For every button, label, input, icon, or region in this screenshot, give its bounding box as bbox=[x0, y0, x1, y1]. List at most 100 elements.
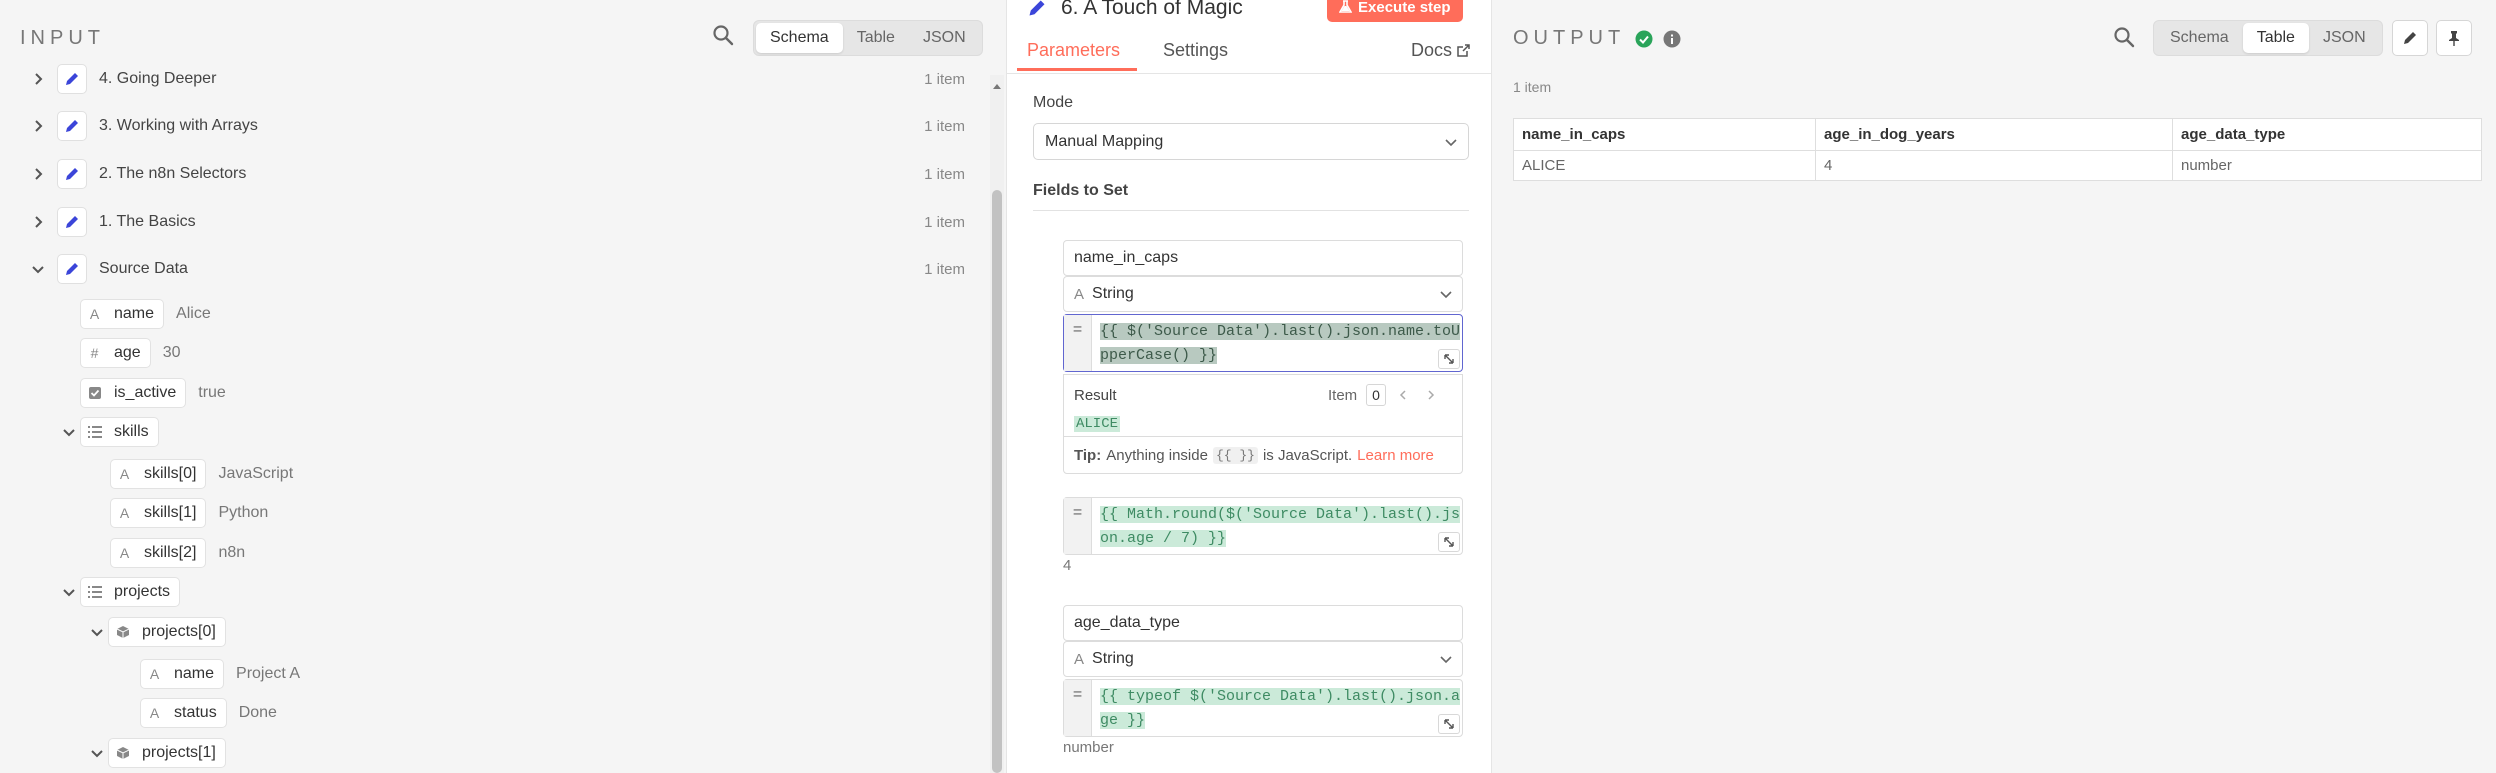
chevron-down-icon bbox=[32, 266, 44, 274]
node-title[interactable]: 6. A Touch of Magic bbox=[1061, 0, 1243, 20]
output-item-count: 1 item bbox=[1513, 79, 1552, 95]
schema-field-age[interactable]: # age 30 bbox=[80, 338, 181, 368]
input-tab-schema[interactable]: Schema bbox=[756, 23, 843, 53]
field-key: skills[0] bbox=[138, 459, 207, 489]
chevron-right-icon bbox=[35, 168, 43, 180]
column-header[interactable]: age_in_dog_years bbox=[1815, 118, 2173, 151]
field-value: Done bbox=[238, 704, 277, 721]
node-parameters-panel: 6. A Touch of Magic Execute step Paramet… bbox=[1006, 0, 1492, 773]
pin-output-button[interactable] bbox=[2436, 20, 2472, 56]
chevron-down-icon bbox=[63, 589, 75, 597]
expand-expression-button[interactable] bbox=[1438, 349, 1460, 369]
number-type-icon: # bbox=[80, 338, 108, 368]
output-tab-json[interactable]: JSON bbox=[2309, 23, 2380, 53]
expression-editor-focused[interactable]: = {{ $('Source Data').last().json.name.t… bbox=[1063, 314, 1463, 372]
node-item-count: 1 item bbox=[924, 213, 965, 231]
expression-line: {{ $('Source Data').last().json.name.toU bbox=[1100, 323, 1460, 340]
schema-field-skills-2[interactable]: A skills[2] n8n bbox=[110, 538, 245, 568]
learn-more-link[interactable]: Learn more bbox=[1357, 447, 1434, 464]
expand-expression-button[interactable] bbox=[1438, 714, 1460, 734]
schema-field-is-active[interactable]: is_active true bbox=[80, 378, 226, 408]
expression-editor[interactable]: = {{ typeof $('Source Data').last().json… bbox=[1063, 679, 1463, 737]
schema-field-projects-0[interactable]: projects[0] bbox=[86, 617, 226, 647]
field-value: 30 bbox=[162, 344, 181, 361]
pencil-icon bbox=[2404, 32, 2416, 44]
string-type-icon: A bbox=[80, 299, 108, 329]
field-key: name bbox=[168, 659, 225, 689]
schema-field-projects[interactable]: projects bbox=[58, 577, 181, 607]
schema-field-name[interactable]: A name Alice bbox=[80, 299, 211, 329]
schema-field-projects-1[interactable]: projects[1] bbox=[86, 738, 226, 768]
assignment-type-value: String bbox=[1092, 650, 1134, 667]
object-type-icon bbox=[108, 617, 136, 647]
mode-select[interactable]: Manual Mapping bbox=[1033, 123, 1469, 160]
field-value: true bbox=[198, 384, 226, 401]
field-value: n8n bbox=[218, 544, 246, 561]
node-row-the-basics[interactable]: 1. The Basics 1 item bbox=[0, 200, 990, 244]
input-tab-json[interactable]: JSON bbox=[909, 23, 980, 53]
assignment-name-input[interactable]: age_data_type bbox=[1063, 605, 1463, 641]
mode-value: Manual Mapping bbox=[1045, 132, 1164, 150]
fields-divider bbox=[1033, 210, 1469, 211]
string-type-icon: A bbox=[110, 459, 138, 489]
expression-editor[interactable]: = {{ Math.round($('Source Data').last().… bbox=[1063, 497, 1463, 555]
output-tab-table[interactable]: Table bbox=[2242, 23, 2309, 53]
execute-step-label: Execute step bbox=[1358, 0, 1451, 16]
assignment-type-select[interactable]: A String bbox=[1063, 641, 1463, 677]
field-key: name bbox=[108, 299, 165, 329]
node-label: 2. The n8n Selectors bbox=[99, 165, 247, 182]
table-cell[interactable]: 4 bbox=[1815, 150, 2173, 181]
schema-field-skills-1[interactable]: A skills[1] Python bbox=[110, 498, 268, 528]
scroll-up-icon[interactable] bbox=[990, 79, 1004, 93]
expression-line: pperCase() }} bbox=[1100, 347, 1218, 364]
output-tab-schema[interactable]: Schema bbox=[2156, 23, 2243, 53]
chevron-left-icon[interactable] bbox=[1398, 390, 1408, 400]
input-scrollbar[interactable] bbox=[990, 75, 1004, 773]
docs-link[interactable]: Docs bbox=[1411, 40, 1470, 61]
object-type-icon bbox=[108, 738, 136, 768]
tip-text: Anything inside bbox=[1106, 446, 1208, 464]
table-cell[interactable]: number bbox=[2172, 150, 2482, 181]
field-key: is_active bbox=[108, 378, 187, 408]
assignment-name-input[interactable]: name_in_caps bbox=[1063, 240, 1463, 276]
string-type-icon: A bbox=[140, 659, 168, 689]
assignment-type-select[interactable]: A String bbox=[1063, 276, 1463, 312]
node-icon bbox=[57, 254, 87, 284]
node-row-going-deeper[interactable]: 4. Going Deeper 1 item bbox=[0, 57, 990, 101]
schema-field-skills[interactable]: skills bbox=[58, 417, 159, 447]
node-icon bbox=[57, 111, 87, 141]
node-row-working-with-arrays[interactable]: 3. Working with Arrays 1 item bbox=[0, 104, 990, 148]
expression-equals-sign: = bbox=[1064, 315, 1092, 371]
table-cell[interactable]: ALICE bbox=[1513, 150, 1816, 181]
schema-field-project-name[interactable]: A name Project A bbox=[140, 659, 300, 689]
output-search-icon[interactable] bbox=[2113, 26, 2135, 48]
schema-field-project-status[interactable]: A status Done bbox=[140, 698, 277, 728]
input-search-icon[interactable] bbox=[712, 24, 736, 48]
chevron-right-icon[interactable] bbox=[1426, 390, 1436, 400]
result-item-index[interactable]: 0 bbox=[1366, 384, 1386, 406]
chevron-down-icon bbox=[91, 629, 103, 637]
node-item-count: 1 item bbox=[924, 70, 965, 88]
column-header[interactable]: name_in_caps bbox=[1513, 118, 1816, 151]
node-row-n8n-selectors[interactable]: 2. The n8n Selectors 1 item bbox=[0, 152, 990, 196]
node-row-source-data[interactable]: Source Data 1 item bbox=[0, 247, 990, 291]
expand-expression-button[interactable] bbox=[1438, 532, 1460, 552]
input-panel-title: INPUT bbox=[20, 27, 105, 49]
field-key: projects bbox=[108, 577, 181, 607]
node-label: 3. Working with Arrays bbox=[99, 117, 258, 134]
table-row: ALICE 4 number bbox=[1513, 150, 2482, 181]
field-value: Python bbox=[218, 504, 269, 521]
column-header[interactable]: age_data_type bbox=[2172, 118, 2482, 151]
tab-parameters[interactable]: Parameters bbox=[1027, 40, 1120, 61]
pencil-icon bbox=[66, 168, 78, 180]
input-tab-table[interactable]: Table bbox=[843, 23, 909, 53]
execute-step-button[interactable]: Execute step bbox=[1327, 0, 1463, 22]
expression-line: on.age / 7) }} bbox=[1100, 530, 1227, 547]
schema-field-skills-0[interactable]: A skills[0] JavaScript bbox=[110, 459, 293, 489]
info-icon[interactable] bbox=[1663, 30, 1681, 48]
tab-settings[interactable]: Settings bbox=[1163, 40, 1228, 61]
input-panel: INPUT Schema Table JSON 4. Going Deeper … bbox=[0, 0, 990, 773]
scrollbar-thumb[interactable] bbox=[992, 190, 1002, 773]
edit-output-button[interactable] bbox=[2392, 20, 2428, 56]
chevron-down-icon bbox=[1445, 138, 1457, 146]
